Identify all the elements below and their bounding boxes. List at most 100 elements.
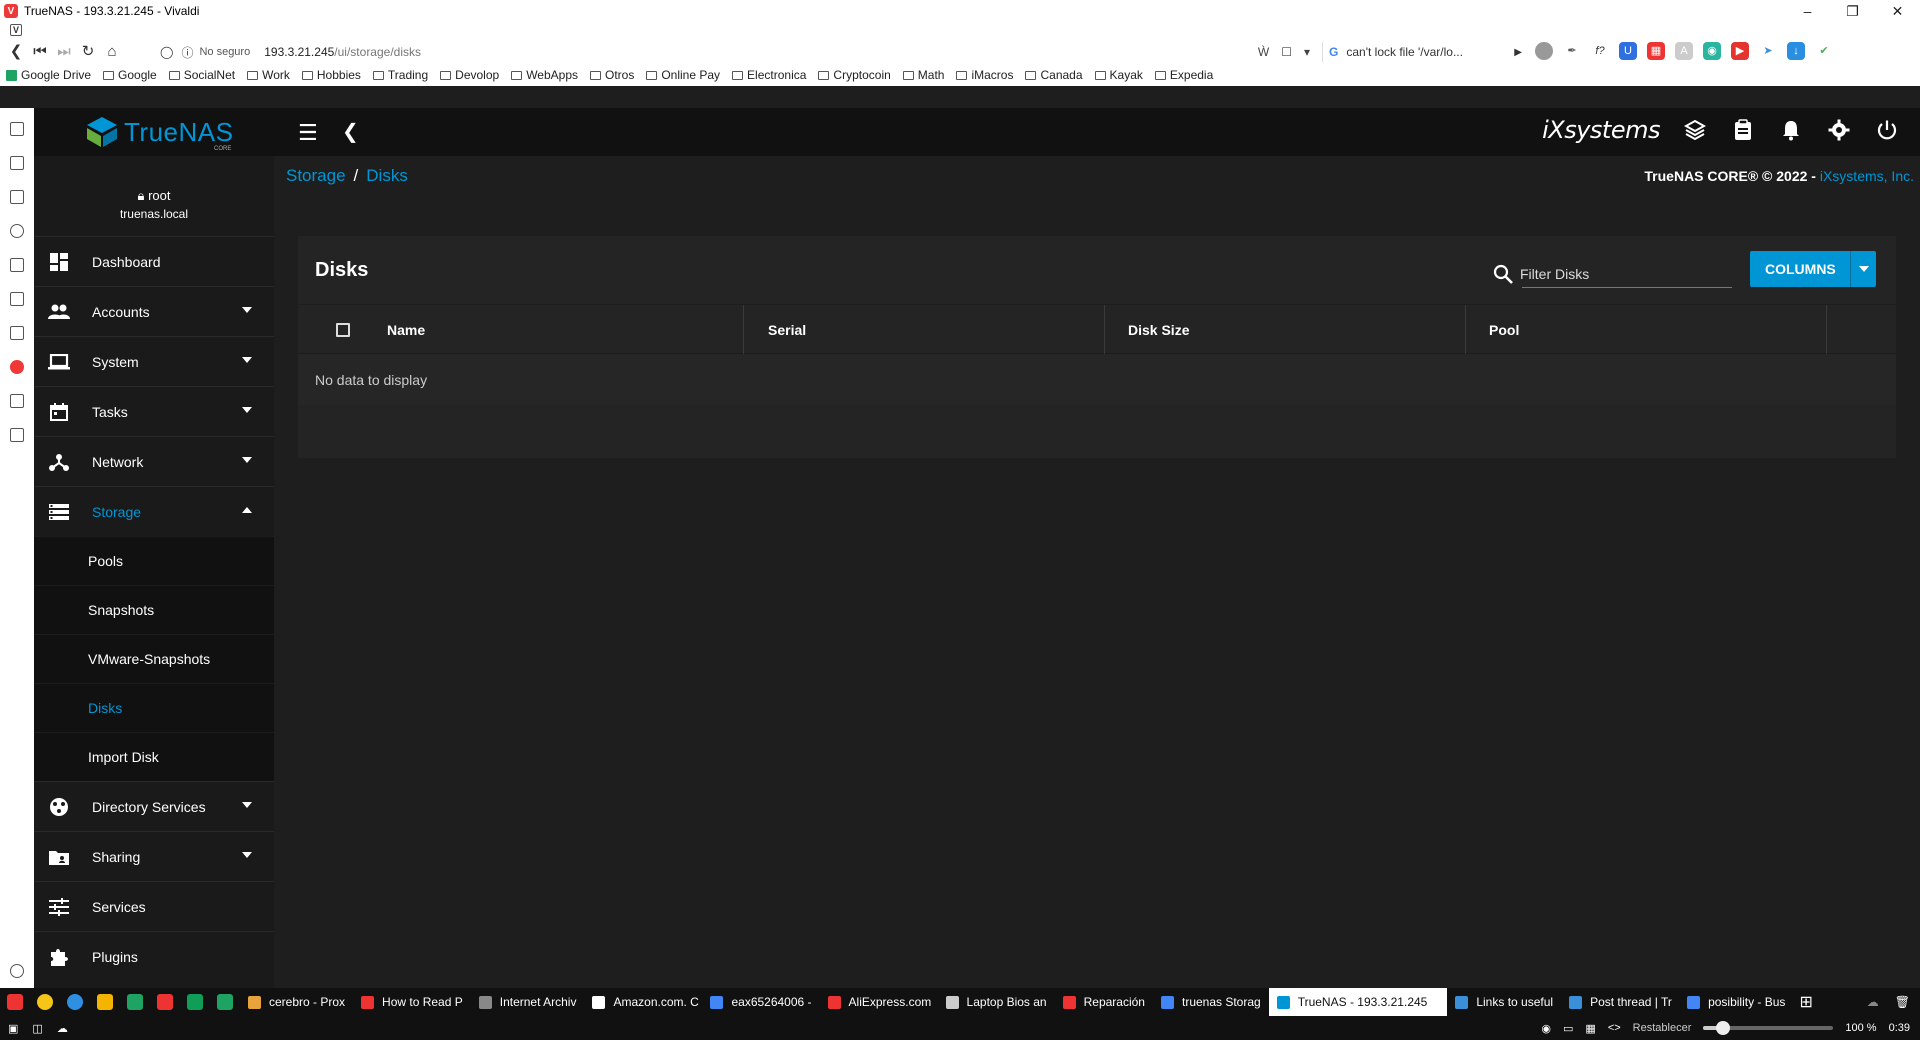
column-header-disk-size[interactable]: Disk Size (1105, 305, 1466, 354)
browser-tab[interactable]: Post thread | Tr (1561, 988, 1679, 1016)
panel-bookmarks-icon[interactable] (10, 122, 24, 136)
sidebar-item-accounts[interactable]: Accounts (34, 286, 274, 336)
extension-shield-icon[interactable]: U (1619, 42, 1637, 60)
breadcrumb-storage[interactable]: Storage (286, 166, 346, 186)
sidebar-item-services[interactable]: Services (34, 881, 274, 931)
chevron-down-icon[interactable] (242, 307, 252, 313)
panel-reading-icon[interactable] (10, 156, 24, 170)
browser-tab[interactable]: Links to useful (1447, 988, 1561, 1016)
zoom-slider[interactable] (1703, 1021, 1834, 1035)
bookmark-item[interactable]: Hobbies (301, 68, 361, 82)
browser-tab[interactable]: posibility - Bus (1679, 988, 1793, 1016)
panel-history-icon[interactable] (10, 224, 24, 238)
bookmark-item[interactable]: WebApps (511, 68, 578, 82)
panel-add-icon[interactable] (10, 428, 24, 442)
taskbar-sheets-icon[interactable] (187, 994, 203, 1010)
panel-notes-icon[interactable] (10, 258, 24, 272)
truenas-logo[interactable]: TrueNAS CORE (84, 114, 233, 152)
bookmark-item[interactable]: Trading (372, 68, 428, 82)
search-go-icon[interactable]: ▶ (1514, 47, 1522, 58)
back-icon[interactable]: ❮ (4, 42, 28, 60)
cloud-icon[interactable]: ☁ (57, 1022, 68, 1035)
extension-green-icon[interactable]: ✔ (1815, 42, 1833, 60)
dropdown-icon[interactable]: ▾ (1304, 45, 1310, 59)
code-icon[interactable]: <> (1608, 1022, 1621, 1034)
panel-translate-icon[interactable] (10, 326, 24, 340)
bookmark-item[interactable]: Google Drive (6, 68, 91, 82)
panel-settings-icon[interactable] (10, 964, 24, 978)
chevron-down-icon[interactable] (242, 457, 252, 463)
bookmark-item[interactable]: Google (103, 68, 157, 82)
bookmark-item[interactable]: Kayak (1094, 68, 1143, 82)
column-header-name[interactable]: Name (387, 305, 744, 354)
fast-forward-icon[interactable]: ⏭ (52, 43, 76, 60)
taskbar-dollar-icon[interactable] (217, 994, 233, 1010)
extension-feather-icon[interactable]: ✒ (1563, 42, 1581, 60)
extension-arrow-icon[interactable]: ➤ (1759, 42, 1777, 60)
reset-zoom-button[interactable]: Restablecer (1633, 1022, 1692, 1034)
panel-toggle-icon[interactable]: ▣ (8, 1022, 18, 1035)
settings-gear-icon[interactable] (1826, 117, 1852, 143)
select-all-checkbox[interactable] (335, 322, 350, 337)
column-header-serial[interactable]: Serial (744, 305, 1105, 354)
extension-red-icon[interactable]: ▦ (1647, 42, 1665, 60)
ixsystems-logo[interactable]: iXsystems (1542, 116, 1660, 144)
columns-dropdown-icon[interactable] (1850, 251, 1876, 287)
close-icon[interactable]: ✕ (1875, 3, 1920, 20)
bookmark-item[interactable]: Expedia (1154, 68, 1213, 82)
taskbar-app-icon[interactable] (37, 994, 53, 1010)
bookmark-item[interactable]: Online Pay (646, 68, 720, 82)
panel-vivaldi-icon[interactable] (10, 360, 24, 374)
sidebar-subitem-pools[interactable]: Pools (34, 536, 274, 585)
chevron-down-icon[interactable] (242, 407, 252, 413)
taskbar-keep-icon[interactable] (97, 994, 113, 1010)
cloud-sync-icon[interactable]: ☁ (1867, 995, 1879, 1009)
capture-icon[interactable]: ◉ (1541, 1022, 1551, 1035)
browser-tab[interactable]: truenas Storag (1153, 988, 1269, 1016)
minimize-icon[interactable]: – (1785, 3, 1830, 20)
power-icon[interactable] (1874, 117, 1900, 143)
chevron-up-icon[interactable] (242, 507, 252, 513)
bookmark-item[interactable]: Electronica (732, 68, 806, 82)
sidebar-subitem-disks[interactable]: Disks (34, 683, 274, 732)
sidebar-subitem-snapshots[interactable]: Snapshots (34, 585, 274, 634)
translate-icon[interactable]: Ẁ (1258, 45, 1269, 59)
tile-icon[interactable]: ◫ (32, 1022, 42, 1035)
browser-tab[interactable]: eax65264006 - (702, 988, 819, 1016)
bookmark-item[interactable]: Work (247, 68, 290, 82)
taskbar-x-icon[interactable] (157, 994, 173, 1010)
sidebar-item-storage[interactable]: Storage (34, 486, 274, 536)
browser-tab[interactable]: How to Read P (353, 988, 471, 1016)
chevron-down-icon[interactable] (242, 357, 252, 363)
panel-downloads-icon[interactable] (10, 190, 24, 204)
columns-button[interactable]: COLUMNS (1750, 251, 1876, 287)
extension-grey-icon[interactable]: A (1675, 42, 1693, 60)
sidebar-item-network[interactable]: Network (34, 436, 274, 486)
panel-wiki-icon[interactable] (10, 394, 24, 408)
sidebar-item-sharing[interactable]: Sharing (34, 831, 274, 881)
browser-tab[interactable]: Amazon.com. C (584, 988, 702, 1016)
bookmark-item[interactable]: Math (902, 68, 944, 82)
home-icon[interactable]: ⌂ (100, 43, 124, 60)
chevron-down-icon[interactable] (242, 852, 252, 858)
taskbar-cloud-icon[interactable] (67, 994, 83, 1010)
ixsystems-link[interactable]: iXsystems, Inc. (1820, 168, 1914, 184)
taskbar-vivaldi-icon[interactable] (7, 994, 23, 1010)
search-field[interactable]: G can't lock file '/var/lo... ▶ (1322, 42, 1528, 62)
sidebar-item-dashboard[interactable]: Dashboard (34, 236, 274, 286)
bookmark-item[interactable]: Canada (1025, 68, 1083, 82)
filter-disks-input[interactable] (1520, 265, 1690, 282)
restore-icon[interactable]: ❐ (1830, 3, 1875, 20)
browser-tab[interactable]: cerebro - Prox (240, 988, 353, 1016)
vivaldi-menu-icon[interactable]: V (10, 24, 22, 36)
extension-play-icon[interactable]: ▶ (1731, 42, 1749, 60)
bookmark-item[interactable]: Cryptocoin (818, 68, 891, 82)
bookmark-item[interactable]: iMacros (956, 68, 1013, 82)
extension-fx-icon[interactable]: f? (1591, 42, 1609, 60)
browser-tab[interactable]: Reparación (1055, 988, 1153, 1016)
notifications-bell-icon[interactable] (1778, 117, 1804, 143)
bookmark-item[interactable]: Otros (590, 68, 634, 82)
layers-icon[interactable] (1682, 117, 1708, 143)
zoom-slider-knob[interactable] (1715, 1021, 1730, 1035)
breadcrumb-disks[interactable]: Disks (366, 166, 408, 186)
